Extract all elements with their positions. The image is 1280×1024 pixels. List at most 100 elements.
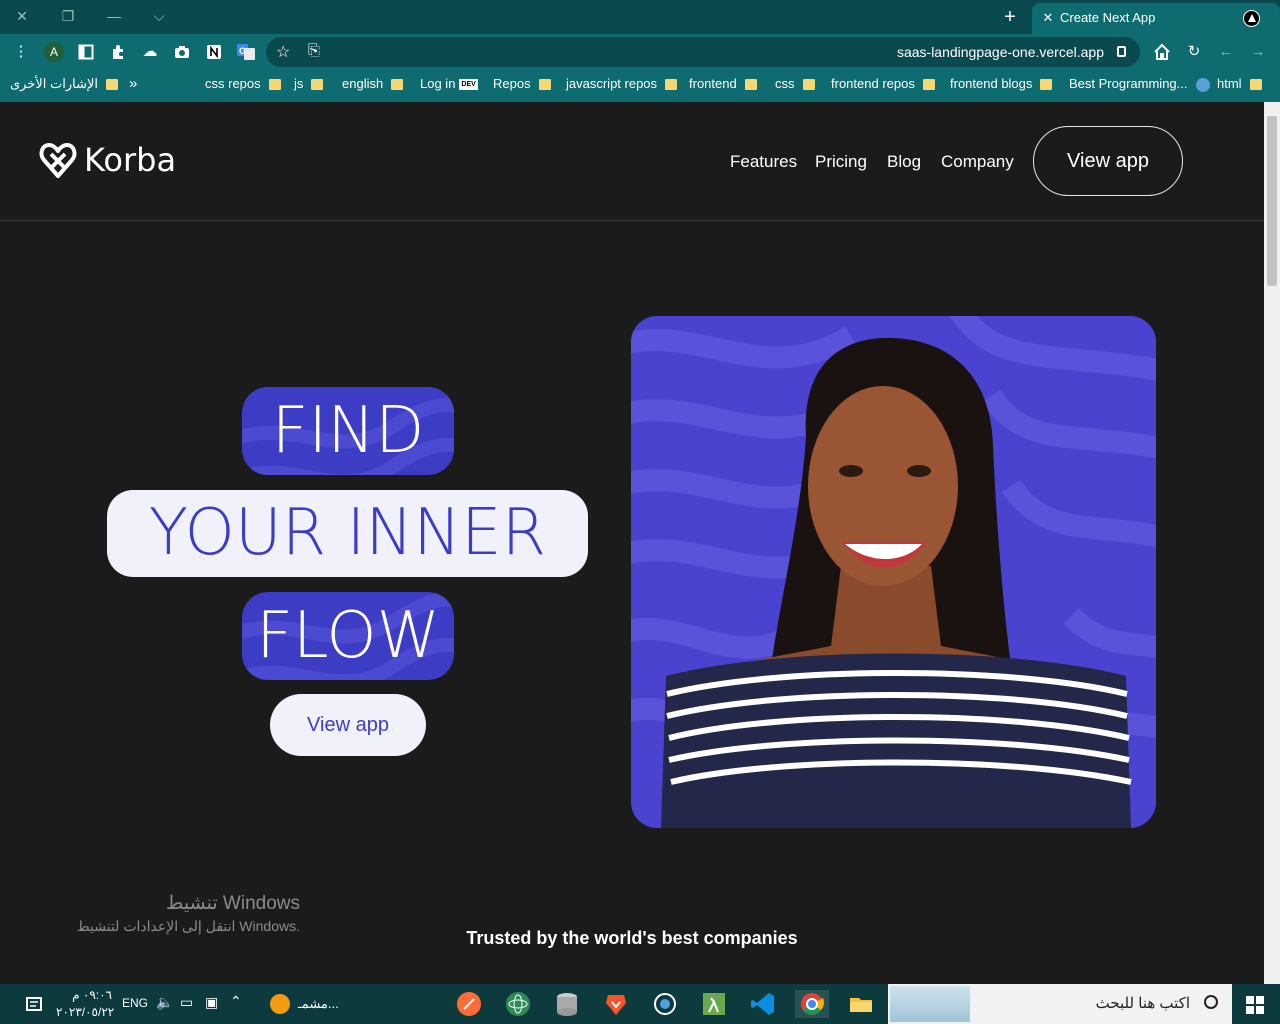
minimize-window-icon[interactable]: — [101,5,127,27]
screenshot-camera-icon[interactable] [172,42,192,62]
bookmark-label: html [1217,76,1242,91]
bookmark-css-repos[interactable]: css repos [205,70,281,102]
chrome-icon[interactable] [795,990,829,1018]
tab-search-chevron-icon[interactable]: ⌵ [146,5,172,27]
search-highlight-image [890,986,970,1022]
bookmark-log-in[interactable]: Log in DEV [420,70,478,102]
address-bar[interactable]: ☆ ⎘ saas-landingpage-one.vercel.app [266,37,1140,67]
bookmark-js[interactable]: js [294,70,324,102]
home-icon[interactable] [1152,42,1172,62]
nav-blog[interactable]: Blog [887,152,921,172]
trusted-by-heading: Trusted by the world's best companies [466,928,798,948]
database-icon[interactable] [553,990,581,1018]
hero-view-app-button[interactable]: View app [270,694,426,756]
nav-pricing[interactable]: Pricing [815,152,867,172]
app-orange-circle-icon[interactable] [268,990,296,1018]
bookmark-frontend-blogs[interactable]: frontend blogs [950,70,1053,102]
forward-arrow-icon[interactable]: → [1248,42,1268,62]
profile-avatar[interactable]: A [44,42,64,62]
language-indicator[interactable]: ENG [122,996,148,1010]
globe-icon [1195,77,1210,92]
sidepanel-icon[interactable] [76,42,96,62]
file-explorer-icon[interactable] [847,990,875,1018]
bookmark-label: js [294,76,304,91]
bookmark-frontend-repos[interactable]: frontend repos [831,70,935,102]
bookmark-css[interactable]: css [775,70,815,102]
windows-start-icon[interactable] [1246,996,1264,1014]
tab-title: Create Next App [1060,10,1156,25]
lambda-app-icon[interactable] [700,990,728,1018]
bookmark-label: css repos [205,76,261,91]
hero-line-find: FIND [242,387,454,475]
url-text: saas-landingpage-one.vercel.app [896,44,1104,60]
folder-icon [106,79,119,91]
cortana-circle-icon[interactable] [651,990,679,1018]
folder-icon [538,79,551,91]
extensions-puzzle-icon[interactable] [108,42,128,62]
view-app-button[interactable]: View app [1033,126,1183,196]
folder-icon [665,79,678,91]
brand-name[interactable]: Korba [84,140,176,180]
back-arrow-icon[interactable]: ← [1216,42,1236,62]
bookmark-star-icon[interactable]: ☆ [276,42,290,62]
hero-line-text: YOUR INNER [148,496,547,570]
bookmark-best-programming[interactable]: Best Programming... [1069,70,1210,102]
folder-icon [802,79,815,91]
nav-features[interactable]: Features [730,152,797,172]
menu-dots-icon[interactable]: ⋮ [11,42,31,62]
bookmark-html[interactable]: html [1217,70,1262,102]
volume-muted-icon[interactable]: 🔈 [156,994,173,1011]
extension-cloud-icon[interactable]: ☁ [140,42,160,62]
close-tab-icon[interactable]: ✕ [1040,3,1056,33]
browser-tab[interactable]: ✕ Create Next App [1032,3,1280,34]
svg-text:G: G [239,46,246,56]
other-bookmarks[interactable]: الإشارات الأخرى [10,70,119,102]
share-icon[interactable]: ⎘ [308,42,320,59]
bookmark-repos[interactable]: Repos [493,70,551,102]
vscode-icon[interactable] [749,990,777,1018]
bookmark-label: frontend [689,76,737,91]
folder-icon [744,79,757,91]
bookmark-label: Repos [493,76,531,91]
brave-browser-icon[interactable] [602,990,630,1018]
bookmark-label: Best Programming... [1069,76,1188,91]
bookmark-label: frontend blogs [950,76,1033,91]
bookmark-label: css [775,76,795,91]
reload-icon[interactable]: ↻ [1184,42,1204,62]
search-placeholder: اكتب هنا للبحث [1095,995,1190,1012]
folder-icon [391,79,404,91]
network-icon[interactable]: ▭ [180,994,193,1011]
korba-logo-icon[interactable] [38,140,78,180]
folder-icon [268,79,281,91]
hero-line-flow: FLOW [242,592,454,680]
notifications-icon[interactable] [20,990,48,1018]
bookmarks-bar: html Best Programming... frontend blogs … [0,70,1280,102]
new-tab-button[interactable]: + [998,5,1022,29]
close-window-icon[interactable]: ✕ [9,5,35,27]
hero-line-text: FLOW [256,599,440,673]
taskbar-app-label[interactable]: مشمـ... [298,996,339,1012]
clock-time[interactable]: ٠٩:٠٦ م [56,988,112,1002]
postman-icon[interactable] [455,990,483,1018]
scrollbar-thumb[interactable] [1267,116,1277,286]
page-scrollbar[interactable] [1264,102,1280,984]
notion-icon[interactable] [204,42,224,62]
nav-company[interactable]: Company [941,152,1014,172]
bookmark-javascript-repos[interactable]: javascript repos [566,70,678,102]
google-translate-icon[interactable]: G [236,42,256,62]
windows-taskbar: ٠٩:٠٦ م ٢٠٢٣/٠٥/٢٢ ENG 🔈 ▭ ▣ ⌃ مشمـ... ا… [0,984,1280,1024]
show-hidden-icons-chevron[interactable]: ⌃ [230,993,242,1010]
activation-title: تنشيط Windows [165,893,300,914]
restore-window-icon[interactable]: ❐ [55,5,81,27]
folder-icon [1040,79,1053,91]
lock-icon[interactable] [1117,46,1126,57]
bookmarks-overflow-chevron[interactable]: » [129,70,137,102]
atom-icon[interactable] [504,990,532,1018]
clock-date[interactable]: ٢٠٢٣/٠٥/٢٢ [56,1005,114,1019]
taskbar-search-input[interactable]: اكتب هنا للبحث [888,984,1232,1024]
bookmark-frontend[interactable]: frontend [689,70,757,102]
bookmark-english[interactable]: english [342,70,404,102]
meet-now-icon[interactable]: ▣ [205,994,218,1011]
page-viewport: Korba Features Pricing Blog Company View… [0,102,1264,984]
dev-badge-icon: DEV [459,79,478,91]
